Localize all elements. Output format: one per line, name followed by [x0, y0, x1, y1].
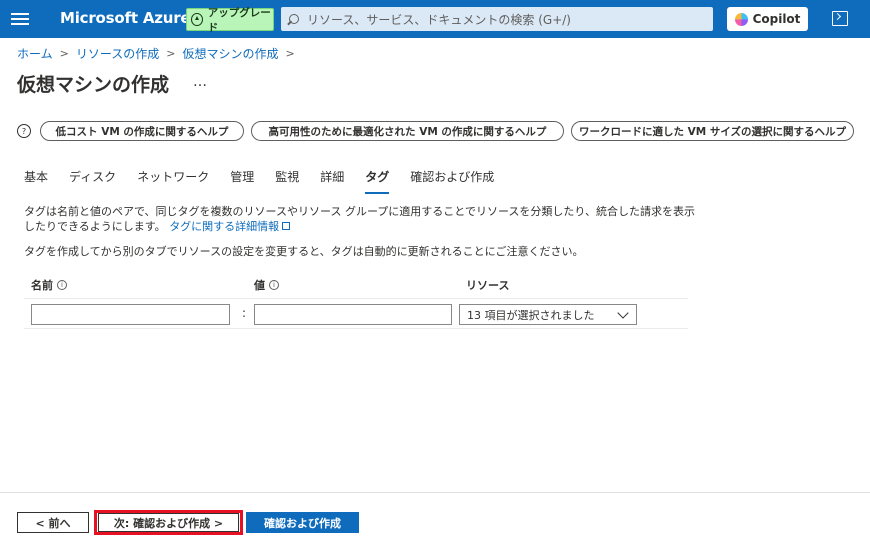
table-divider: [24, 298, 688, 299]
cloud-shell-icon[interactable]: [832, 11, 848, 26]
search-input[interactable]: リソース、サービス、ドキュメントの検索 (G+/): [281, 7, 713, 31]
resource-select-value: 13 項目が選択されました: [467, 308, 595, 322]
name-value-separator: :: [242, 306, 247, 320]
external-link-icon: [282, 222, 291, 230]
table-divider: [24, 328, 688, 329]
tags-learn-more-link[interactable]: タグに関する詳細情報: [169, 220, 279, 233]
copilot-label: Copilot: [752, 12, 801, 26]
column-header-name: 名前 i: [31, 277, 67, 293]
copilot-button[interactable]: Copilot: [727, 7, 808, 31]
more-options-icon[interactable]: …: [193, 74, 208, 90]
wizard-tabs: 基本 ディスク ネットワーク 管理 監視 詳細 タグ 確認および作成: [24, 168, 515, 194]
chevron-right-icon: >: [166, 47, 176, 60]
tags-note: タグを作成してから別のタブでリソースの設定を変更すると、タグは自動的に更新される…: [24, 245, 584, 258]
next-review-create-button[interactable]: 次: 確認および作成 >: [98, 513, 239, 532]
help-high-availability-vm-button[interactable]: 高可用性のために最適化された VM の作成に関するヘルプ: [251, 121, 564, 141]
brand-title[interactable]: Microsoft Azure: [60, 9, 191, 27]
tab-management[interactable]: 管理: [230, 168, 254, 194]
tab-advanced[interactable]: 詳細: [320, 168, 344, 194]
tab-basics[interactable]: 基本: [24, 168, 48, 194]
tab-tags[interactable]: タグ: [365, 168, 390, 194]
top-bar: Microsoft Azure アップグレード リソース、サービス、ドキュメント…: [0, 0, 870, 38]
info-icon[interactable]: i: [57, 280, 67, 290]
tab-review-create[interactable]: 確認および作成: [410, 168, 494, 194]
description-text: タグは名前と値のペアで、同じタグを複数のリソースやリソース グループに適用するこ…: [24, 205, 695, 233]
search-icon: [289, 14, 299, 24]
breadcrumb-create-resource[interactable]: リソースの作成: [76, 45, 159, 62]
previous-button[interactable]: < 前へ: [17, 512, 89, 533]
help-vm-size-button[interactable]: ワークロードに適した VM サイズの選択に関するヘルプ: [571, 121, 854, 141]
upgrade-button[interactable]: アップグレード: [186, 7, 274, 34]
column-header-resource: リソース: [466, 277, 509, 293]
menu-icon[interactable]: [11, 10, 29, 28]
chevron-right-icon: >: [285, 47, 295, 60]
search-placeholder: リソース、サービス、ドキュメントの検索 (G+/): [307, 12, 571, 27]
info-icon[interactable]: i: [269, 280, 279, 290]
breadcrumb: ホーム > リソースの作成 > 仮想マシンの作成 >: [17, 45, 302, 62]
breadcrumb-home[interactable]: ホーム: [17, 45, 53, 62]
copilot-icon: [734, 12, 748, 26]
help-low-cost-vm-button[interactable]: 低コスト VM の作成に関するヘルプ: [40, 121, 244, 141]
tab-networking[interactable]: ネットワーク: [137, 168, 209, 194]
column-header-name-label: 名前: [31, 279, 53, 292]
help-lightbulb-icon: ?: [17, 124, 31, 138]
tab-monitoring[interactable]: 監視: [275, 168, 299, 194]
page-title: 仮想マシンの作成: [17, 74, 170, 96]
review-create-button[interactable]: 確認および作成: [246, 512, 359, 533]
tags-description: タグは名前と値のペアで、同じタグを複数のリソースやリソース グループに適用するこ…: [24, 204, 704, 234]
chevron-down-icon: [617, 307, 629, 319]
footer-divider: [0, 492, 870, 493]
arrow-up-circle-icon: [191, 13, 203, 26]
tab-disks[interactable]: ディスク: [69, 168, 116, 194]
column-header-value: 値 i: [254, 277, 279, 293]
tag-value-input[interactable]: [254, 304, 452, 325]
tag-name-input[interactable]: [31, 304, 230, 325]
column-header-resource-label: リソース: [466, 279, 510, 292]
chevron-right-icon: >: [59, 47, 69, 60]
upgrade-label: アップグレード: [207, 6, 271, 34]
breadcrumb-create-vm[interactable]: 仮想マシンの作成: [182, 45, 278, 62]
resource-select-dropdown[interactable]: 13 項目が選択されました: [459, 304, 637, 325]
column-header-value-label: 値: [254, 279, 265, 292]
